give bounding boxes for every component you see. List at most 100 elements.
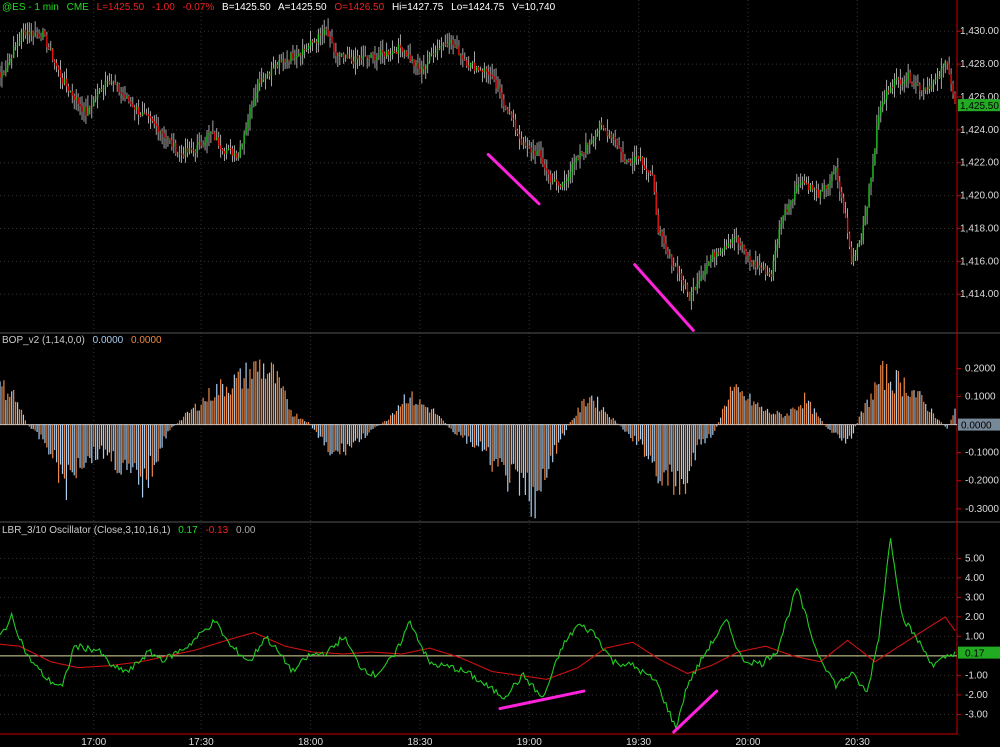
candle-body xyxy=(303,48,306,50)
candle-body xyxy=(89,106,91,108)
candle-body xyxy=(675,265,677,267)
open-price: O=1426.50 xyxy=(334,2,385,13)
candle-body xyxy=(112,82,114,84)
candle-body xyxy=(583,152,585,154)
candle-body xyxy=(747,256,749,258)
candle-body xyxy=(436,48,439,53)
candle-body xyxy=(667,250,669,256)
candle-body xyxy=(278,59,280,67)
candle-body xyxy=(760,267,763,269)
candle-body xyxy=(427,60,429,65)
price-tick-label-7: 1,428.00 xyxy=(960,59,999,70)
candle-body xyxy=(307,45,310,49)
candle-body xyxy=(600,122,603,126)
candle-body xyxy=(124,94,126,98)
candle-body xyxy=(745,250,747,257)
candle-body xyxy=(887,90,890,93)
candle-body xyxy=(268,73,271,76)
candle-body xyxy=(292,52,294,60)
candle-body xyxy=(352,61,355,65)
candle-body xyxy=(266,73,269,75)
candle-body xyxy=(655,192,657,216)
candle-body xyxy=(698,281,700,285)
candle-body xyxy=(811,184,814,190)
candle-body xyxy=(149,116,152,119)
candle-body xyxy=(59,69,62,78)
candle-body xyxy=(180,153,183,155)
candle-body xyxy=(46,34,48,48)
candle-body xyxy=(77,97,79,104)
candle-body xyxy=(690,291,693,301)
candle-body xyxy=(620,147,622,153)
candle-body xyxy=(198,141,200,145)
candle-body xyxy=(343,53,345,58)
candle-body xyxy=(678,273,681,275)
candle-body xyxy=(374,54,376,61)
candle-body xyxy=(163,133,165,138)
candle-body xyxy=(434,52,437,55)
candle-body xyxy=(743,245,745,251)
candle-body xyxy=(425,64,427,70)
candle-body xyxy=(141,112,144,116)
candle-body xyxy=(253,98,255,107)
candle-body xyxy=(739,243,741,246)
candle-body xyxy=(409,54,411,62)
candle-body xyxy=(712,252,714,260)
candle-body xyxy=(106,80,109,82)
candle-body xyxy=(770,274,773,277)
x-tick-label-2: 18:00 xyxy=(298,737,323,747)
candle-body xyxy=(700,276,702,282)
candle-body xyxy=(454,44,456,47)
candle-body xyxy=(95,97,97,100)
candle-body xyxy=(686,284,689,292)
candle-body xyxy=(456,45,458,47)
candle-body xyxy=(649,172,652,175)
osc-tick-label-7: -3.00 xyxy=(965,709,988,720)
candle-body xyxy=(284,59,286,62)
candle-body xyxy=(880,106,882,116)
candle-body xyxy=(16,43,19,46)
candle-body xyxy=(788,204,790,212)
candle-body xyxy=(255,92,257,99)
candle-body xyxy=(403,51,405,53)
osc-tick-label-3: 2.00 xyxy=(965,612,985,623)
candle-body xyxy=(36,32,38,34)
candle-body xyxy=(28,31,30,35)
candle-body xyxy=(909,72,911,84)
candle-body xyxy=(155,123,157,127)
candle-body xyxy=(173,142,175,147)
candle-body xyxy=(507,108,509,114)
candle-body xyxy=(552,181,554,183)
candle-body xyxy=(221,149,224,151)
candle-body xyxy=(499,87,501,93)
candle-body xyxy=(350,57,353,62)
candle-body xyxy=(688,291,691,301)
bop-legend-2: 0.0000 xyxy=(130,335,162,346)
candle-body xyxy=(737,236,739,244)
candle-body xyxy=(536,151,538,156)
candle-body xyxy=(940,68,943,79)
candle-body xyxy=(821,189,823,192)
candle-body xyxy=(395,51,398,54)
x-tick-label-3: 18:30 xyxy=(407,737,432,747)
candle-body xyxy=(614,136,616,140)
candle-body xyxy=(44,30,46,35)
candle-body xyxy=(81,106,83,112)
candle-body xyxy=(321,34,323,36)
candle-body xyxy=(893,80,896,88)
candle-body xyxy=(509,112,511,114)
candle-body xyxy=(639,156,642,159)
candle-body xyxy=(645,168,648,171)
candle-body xyxy=(825,185,827,189)
candle-body xyxy=(919,84,921,91)
candle-body xyxy=(546,168,548,171)
candle-body xyxy=(768,272,771,275)
candle-body xyxy=(9,58,11,63)
candle-body xyxy=(921,90,923,92)
candle-body xyxy=(1,72,3,78)
candle-body xyxy=(493,76,495,80)
candle-body xyxy=(815,188,818,190)
candle-body xyxy=(710,259,712,263)
candle-body xyxy=(702,275,704,277)
candle-body xyxy=(833,172,835,174)
